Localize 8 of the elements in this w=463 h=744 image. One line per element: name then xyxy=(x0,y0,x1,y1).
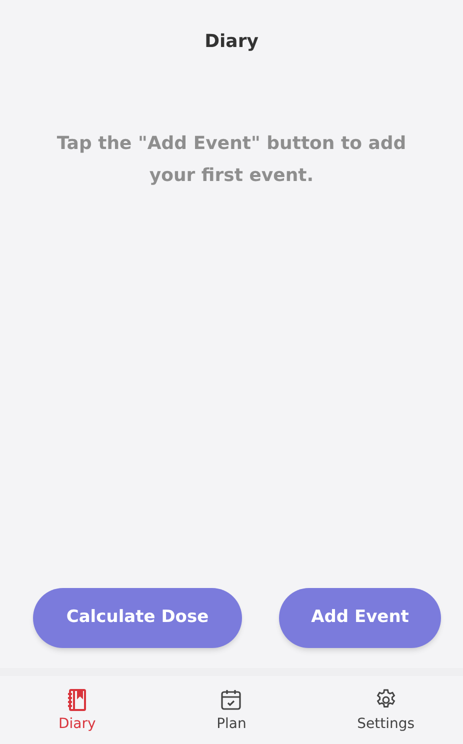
screen-title: Diary xyxy=(204,30,258,54)
empty-state-message: Tap the "Add Event" button to add your first event. xyxy=(56,132,408,188)
calendar-check-icon xyxy=(219,688,244,712)
add-event-button[interactable]: Add Event xyxy=(279,588,441,648)
calculate-dose-button[interactable]: Calculate Dose xyxy=(33,588,242,648)
tab-bar-item[interactable]: Settings xyxy=(308,676,463,744)
tab-bar-item[interactable]: Diary xyxy=(0,676,154,744)
tab-bar-item[interactable]: Plan xyxy=(154,676,309,744)
